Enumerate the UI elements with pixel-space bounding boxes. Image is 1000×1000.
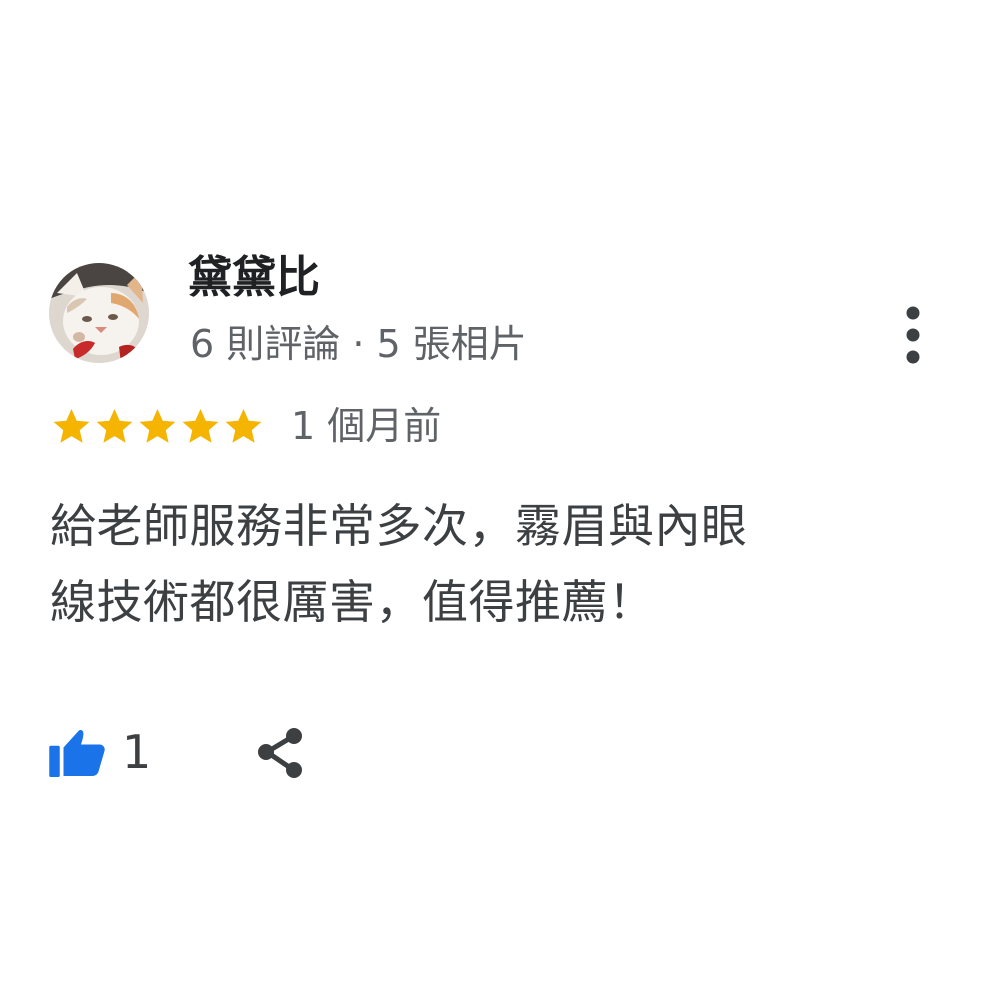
more-vert-icon [906,306,920,364]
review-text-line: 給老師服務非常多次，霧眉與內眼 [50,499,748,553]
like-count: 1 [122,725,152,779]
star-rating [50,405,265,448]
star-icon [182,408,219,443]
review-text-line: 線技術都很厲害，值得推薦！ [50,575,655,629]
star-icon [96,408,133,443]
star-icon [53,408,90,443]
star-icon [225,408,262,443]
reviewer-stats: 6 則評論 · 5 張相片 [190,322,527,366]
review-time: 1 個月前 [291,404,442,448]
share-button[interactable] [254,725,310,781]
thumbs-up-icon [49,730,105,777]
review-text: 給老師服務非常多次，霧眉與內眼 線技術都很厲害，值得推薦！ [50,488,950,640]
cat-avatar-icon [49,263,149,363]
like-button[interactable]: 1 [48,722,151,782]
review-card: 黛黛比 6 則評論 · 5 張相片 1 個月前 給老師服務非常多次，霧眉與內眼 … [0,0,1000,1000]
reviewer-avatar[interactable] [49,263,149,363]
star-icon [139,408,176,443]
share-icon [258,728,302,778]
more-options-button[interactable] [892,303,934,367]
reviewer-name[interactable]: 黛黛比 [188,250,320,306]
rating-row: 1 個月前 [50,398,441,454]
